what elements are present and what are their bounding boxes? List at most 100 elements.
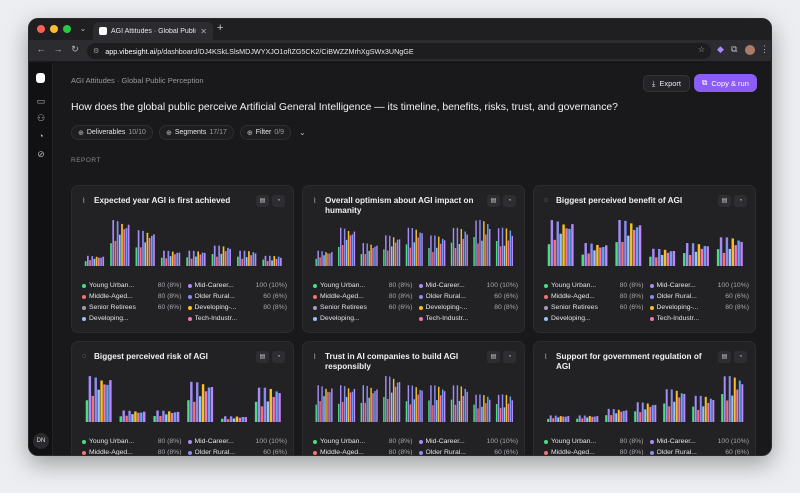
chart-card[interactable]: ◌ Biggest perceived benefit of AGI ▤◔ Medic… <box>533 185 756 333</box>
legend-item[interactable]: Mid-Career... 100 (10%) <box>187 282 287 289</box>
chart-bar[interactable] <box>143 411 146 422</box>
chart-bar[interactable] <box>392 237 395 266</box>
chart-bar[interactable] <box>593 250 596 266</box>
chart-bar[interactable] <box>507 240 510 266</box>
chart-bar[interactable] <box>123 229 126 266</box>
chart-bar[interactable] <box>128 410 131 422</box>
chart-bar[interactable] <box>241 416 245 422</box>
dashboard-gauge-icon[interactable]: ◔ <box>36 131 46 141</box>
chart-bar[interactable] <box>260 406 264 422</box>
chart-bar[interactable] <box>466 234 468 267</box>
chart-bar[interactable] <box>264 255 267 266</box>
chart-bar[interactable] <box>405 401 408 422</box>
chart-bar[interactable] <box>481 406 483 422</box>
chart-bar[interactable] <box>142 230 144 266</box>
chart-bar[interactable] <box>360 254 363 266</box>
chart-bar[interactable] <box>95 256 98 266</box>
chart-bar[interactable] <box>178 252 181 266</box>
chart-bar[interactable] <box>458 244 461 266</box>
legend-item[interactable]: Young Urban... 80 (8%) <box>313 438 413 445</box>
chart-bar[interactable] <box>271 260 273 266</box>
chart-bar[interactable] <box>417 237 419 266</box>
chart-bar[interactable] <box>364 253 366 266</box>
chart-bar[interactable] <box>360 402 363 422</box>
chart-bar[interactable] <box>216 256 218 266</box>
chart-bar[interactable] <box>201 252 204 266</box>
address-bar[interactable]: ⚙ app.vibesight.ai/p/dashboard/DJ4KSkLSl… <box>87 43 711 59</box>
chart-bar[interactable] <box>263 387 267 422</box>
chart-bar[interactable] <box>127 224 130 266</box>
legend-item[interactable]: Tech-Industr... <box>187 315 288 322</box>
chart-bar[interactable] <box>150 235 153 266</box>
chart-bar[interactable] <box>146 232 149 266</box>
chart-bar[interactable] <box>483 395 485 422</box>
chart-bar[interactable] <box>691 243 695 266</box>
chart-bar[interactable] <box>254 401 258 422</box>
chart-bar[interactable] <box>432 252 434 266</box>
chart-card[interactable]: ◌ Biggest perceived risk of AGI ▤◔ Job lo..… <box>71 341 294 455</box>
chart-bar[interactable] <box>511 400 514 422</box>
chart-bar[interactable] <box>673 401 676 422</box>
chart-bar[interactable] <box>458 400 461 422</box>
segments-filter[interactable]: ⊕ Segments 17/17 <box>158 125 234 140</box>
chart-bar[interactable] <box>680 393 683 422</box>
legend-item[interactable]: Middle-Aged... 80 (8%) <box>82 449 182 455</box>
chart-bar[interactable] <box>443 240 446 266</box>
browser-tab[interactable]: AGI Attitudes · Global Public ✕ <box>93 22 213 40</box>
chart-bar[interactable] <box>195 256 197 266</box>
chart-bar[interactable] <box>280 257 282 266</box>
chart-bar[interactable] <box>413 242 415 266</box>
chart-bar[interactable] <box>421 233 423 266</box>
chart-bar[interactable] <box>116 221 119 266</box>
chart-bar[interactable] <box>323 396 325 422</box>
chart-bar[interactable] <box>559 416 562 422</box>
chart-bar[interactable] <box>658 248 661 266</box>
chart-bar[interactable] <box>223 416 227 422</box>
chart-bar[interactable] <box>668 406 671 422</box>
chart-bar[interactable] <box>581 254 584 266</box>
chart-bar[interactable] <box>419 389 421 422</box>
chart-bar[interactable] <box>229 248 231 266</box>
legend-item[interactable]: Older Rural... 60 (6%) <box>187 449 287 455</box>
chart-bar[interactable] <box>450 399 453 422</box>
chart-bar[interactable] <box>460 386 463 422</box>
chat-icon[interactable]: ▭ <box>36 96 46 106</box>
chart-bar[interactable] <box>621 241 624 266</box>
chart-bar[interactable] <box>376 245 378 266</box>
chart-bar[interactable] <box>119 416 122 422</box>
chart-bar[interactable] <box>383 249 385 266</box>
chart-bar[interactable] <box>390 246 393 266</box>
chart-bar[interactable] <box>317 385 319 422</box>
chart-bar[interactable] <box>441 238 444 266</box>
chart-bar[interactable] <box>353 388 356 422</box>
chevron-down-icon[interactable]: ⌄ <box>299 128 306 137</box>
chart-bar[interactable] <box>174 254 176 266</box>
chart-bar[interactable] <box>338 247 340 266</box>
chart-bar[interactable] <box>339 385 342 422</box>
chart-bar[interactable] <box>97 257 100 266</box>
chart-bar[interactable] <box>139 247 142 266</box>
chart-bar[interactable] <box>419 232 421 266</box>
chart-bar[interactable] <box>675 390 678 422</box>
chart-bar[interactable] <box>394 386 397 422</box>
chart-bar[interactable] <box>192 250 195 266</box>
chart-bar[interactable] <box>93 258 96 266</box>
chart-bar[interactable] <box>593 416 596 422</box>
chart-bar[interactable] <box>602 247 605 266</box>
legend-item[interactable]: Older Rural... 60 (6%) <box>187 293 287 300</box>
bar-chart-icon[interactable]: ▤ <box>718 195 731 207</box>
chart-bar[interactable] <box>495 404 498 422</box>
chart-bar[interactable] <box>243 250 246 266</box>
chart-bar[interactable] <box>387 398 389 422</box>
chart-bar[interactable] <box>201 384 205 422</box>
chart-bar[interactable] <box>685 243 689 266</box>
chart-bar[interactable] <box>499 407 502 422</box>
filter-filter[interactable]: ⊕ Filter 0/9 <box>239 125 292 140</box>
chart-bar[interactable] <box>654 404 657 422</box>
chart-bar[interactable] <box>688 255 692 266</box>
chart-bar[interactable] <box>605 415 608 422</box>
chart-bar[interactable] <box>351 391 354 422</box>
chart-bar[interactable] <box>421 390 423 422</box>
chart-bar[interactable] <box>605 245 608 266</box>
chart-bar[interactable] <box>383 397 385 422</box>
